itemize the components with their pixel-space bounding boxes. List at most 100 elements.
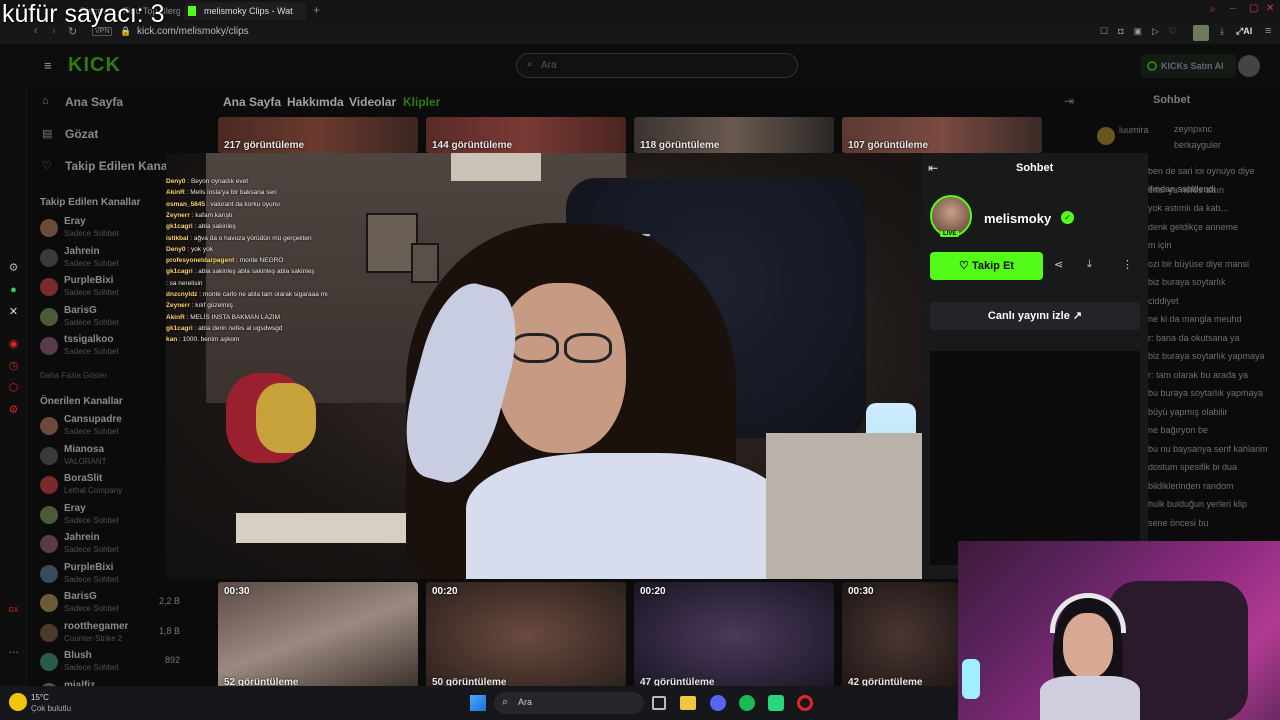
clip-video[interactable]: DRIVE Deny0 : Beyon oynadık evetAkinR : … — [166, 153, 922, 579]
history-icon[interactable]: ◷ — [7, 360, 20, 373]
address-bar: ‹ › ↻ VPN 🔒 kick.com/melismoky/clips ☐◘▣… — [0, 22, 1280, 44]
browser-tab-active[interactable]: melismoky Clips - Wat — [184, 2, 306, 20]
spotify-icon[interactable] — [739, 695, 755, 711]
windows-start-icon[interactable] — [470, 695, 486, 711]
follow-button[interactable]: ♡ Takip Et — [930, 252, 1043, 280]
channel-item[interactable]: JahreinSadece Sohbet1 — [40, 531, 180, 559]
collapse-chat-icon[interactable]: ⇥ — [1064, 94, 1074, 108]
clip-duration: 00:30 — [224, 586, 250, 597]
x-icon[interactable]: ✕ — [7, 306, 20, 319]
search-input[interactable]: ⌕ Ara — [516, 53, 798, 78]
toolbar-icons[interactable]: ☐◘▣▷♡ — [1100, 26, 1187, 37]
chat-message: bu buraya soytarlık yapmaya — [1148, 388, 1264, 398]
chat-message: profesyoneldarpagent : monte NEGRO — [166, 257, 283, 264]
channel-item[interactable]: BarisGSadece Sohbet2 — [40, 304, 180, 332]
gx-icon[interactable]: GX — [7, 604, 20, 617]
collapse-icon[interactable]: ⇤ — [928, 161, 938, 175]
profile-avatar[interactable] — [1193, 25, 1209, 41]
desk — [236, 513, 416, 543]
channel-name: PurpleBixi — [64, 561, 114, 573]
chat-username: gk1cagri — [166, 268, 193, 276]
channel-item[interactable]: EraySadece Sohbet3 — [40, 215, 180, 243]
weather-desc[interactable]: Çok bulutlu — [31, 704, 71, 713]
weather-temp[interactable]: 15°C — [31, 693, 49, 702]
channel-category: Sadece Sohbet — [64, 258, 119, 268]
file-explorer-icon[interactable] — [680, 696, 696, 710]
channel-item[interactable]: BarisG Sadece Sohbet 2,2 B — [40, 590, 180, 618]
watch-live-button[interactable]: Canlı yayını izle ↗ — [930, 302, 1140, 330]
popup-body — [930, 351, 1140, 565]
face — [496, 283, 626, 453]
clip-card[interactable]: 00:20 47 görüntüleme — [634, 582, 834, 690]
channel-name: Mianosa — [64, 443, 105, 455]
settings-icon[interactable]: ⚙ — [7, 404, 20, 417]
minimize-icon[interactable]: – — [1230, 3, 1236, 14]
chat-username: AkinR — [166, 313, 185, 321]
channel-avatar — [40, 307, 58, 326]
tab-home[interactable]: Ana Sayfa — [223, 95, 281, 109]
new-tab-icon[interactable]: + — [313, 3, 320, 17]
ai-button[interactable]: ⤢AI — [1236, 26, 1252, 37]
whatsapp-icon[interactable]: ● — [7, 284, 20, 297]
clip-card[interactable]: 144 görüntüleme — [426, 117, 626, 153]
chat-message: bu nu baysanya serif kahlarim — [1148, 443, 1268, 454]
channel-name[interactable]: melismoky — [984, 211, 1051, 226]
channel-item[interactable]: Cansupadre Sadece Sohbet — [40, 413, 170, 441]
download-clip-icon[interactable]: ⤓ — [1087, 258, 1092, 271]
chat-message: r: bana da okutsana ya — [1148, 332, 1240, 343]
channel-item[interactable]: Eray Sadece Sohbet — [40, 502, 170, 530]
clip-card[interactable]: 217 görüntüleme — [218, 117, 418, 153]
nav-home[interactable]: Ana Sayfa — [65, 95, 123, 109]
chat-username: Zeynerr — [166, 211, 190, 219]
cube-icon[interactable]: ⬡ — [7, 382, 20, 395]
kick-tab-icon — [188, 6, 196, 16]
clip-card[interactable]: 118 görüntüleme — [634, 117, 834, 153]
chat-message: AkinR : MELİS INSTA BAKMAN LAZIM — [166, 314, 280, 321]
channel-item[interactable]: PurpleBixi Sadece Sohbet — [40, 274, 170, 302]
user-avatar[interactable] — [1238, 55, 1260, 77]
clip-views: 107 görüntüleme — [848, 140, 929, 151]
chat-text: abla sakinleş abla sakinleş abla sakinle… — [198, 268, 315, 276]
download-icon[interactable]: ⤓ — [1220, 26, 1224, 37]
channel-item[interactable]: rootthegamer Counter-Strike 2 1,8 B — [40, 620, 180, 648]
player-icon[interactable]: ◉ — [7, 338, 20, 351]
tab-videos[interactable]: Videolar — [349, 95, 396, 109]
menu-icon[interactable]: ≡ — [1265, 25, 1271, 37]
channel-avatar — [40, 535, 58, 553]
chatgpt-icon[interactable]: ⚙ — [7, 262, 20, 275]
close-icon[interactable]: ✕ — [1266, 3, 1274, 14]
glasses — [511, 333, 559, 363]
maximize-icon[interactable]: ▢ — [1249, 3, 1258, 14]
channel-item[interactable]: tssigalkoo Sadece Sohbet — [40, 333, 170, 361]
nav-browse[interactable]: Gözat — [65, 127, 98, 141]
clip-card[interactable]: 00:30 42 görüntüleme — [842, 582, 958, 690]
chat-message: ne bağıryon be — [1148, 425, 1209, 435]
task-view-icon[interactable] — [652, 696, 666, 710]
clip-card[interactable]: 00:30 52 görüntüleme — [218, 582, 418, 690]
tab-about[interactable]: Hakkımda — [287, 95, 344, 109]
more-options-icon[interactable]: ⋮ — [1122, 258, 1133, 271]
channel-category: Sadece Sohbet — [64, 229, 119, 238]
channel-item[interactable]: JahreinSadece Sohbet1 — [40, 245, 180, 273]
show-more-link[interactable]: Daha Fazla Göster — [40, 371, 107, 380]
search-tab-icon[interactable]: ⌕ — [1210, 4, 1216, 15]
share-icon[interactable]: ⋖ — [1054, 258, 1063, 271]
taskbar-search[interactable]: ⌕ Ara — [494, 692, 644, 714]
channel-item[interactable]: Mianosa VALORANT — [40, 443, 170, 471]
channel-name: Jahrein — [64, 245, 100, 257]
channel-item[interactable]: Blush Sadece Sohbet 892 — [40, 649, 180, 677]
hamburger-icon[interactable]: ≡ — [44, 58, 52, 73]
more-icon[interactable]: … — [7, 644, 20, 657]
clip-card[interactable]: 00:20 50 görüntüleme — [426, 582, 626, 690]
kick-logo[interactable]: KICK — [68, 54, 121, 77]
leaderboard-badge — [1097, 127, 1115, 145]
clip-card[interactable]: 107 görüntüleme — [842, 117, 1042, 153]
discord-icon[interactable] — [710, 695, 726, 711]
channel-item[interactable]: BoraSlit Lethal Company — [40, 472, 170, 500]
tab-clips[interactable]: Klipler — [403, 95, 440, 109]
opera-gx-icon[interactable] — [797, 695, 813, 711]
chat-username: istikbal — [166, 234, 189, 242]
buy-kicks-button[interactable]: KICKs Satın Al — [1141, 54, 1236, 78]
app-icon[interactable] — [768, 695, 784, 711]
channel-item[interactable]: PurpleBixi Sadece Sohbet — [40, 561, 170, 589]
